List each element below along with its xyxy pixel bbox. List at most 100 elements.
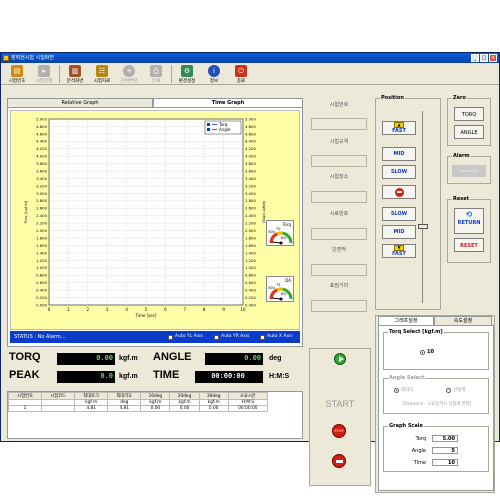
torq-gauge-title: Torq (282, 222, 291, 227)
maximize-button[interactable]: □ (480, 54, 488, 62)
speed-slider-track[interactable] (422, 111, 428, 303)
y-left-tick-label: 4.200 (36, 146, 47, 151)
y-right-tick-label: 3.400 (245, 176, 256, 181)
y-left-tick-label: 0.800 (36, 273, 47, 278)
torq-select-option[interactable]: 10 (420, 349, 434, 355)
toolbar-button-0[interactable]: ▤ 시험번호 (5, 63, 29, 85)
slow-down-button[interactable]: SLOW (382, 207, 416, 221)
test-place-field[interactable] (311, 191, 367, 203)
toolbar-button-1[interactable]: ▸ 시험진행 (32, 63, 56, 85)
y-left-tick-label: 4.400 (36, 139, 47, 144)
section-label: 단면적 (332, 247, 346, 253)
time-scale-input[interactable]: 10 (432, 459, 458, 466)
play-button[interactable] (334, 353, 346, 365)
table-row[interactable]: 1 4.81 4.81 0.00 0.00 0.00 00:00:00 (7, 405, 269, 412)
emergency-stop-button[interactable] (332, 454, 346, 468)
settings-body: Torq Select [kgf.m] 10 Angle Select 데이터 … (378, 325, 494, 491)
start-button[interactable]: START (310, 399, 370, 409)
y-left-tick-label: 4.600 (36, 131, 47, 136)
peak-label: PEAK (9, 369, 40, 381)
legend-checkbox (207, 128, 210, 131)
toolbar-button-7[interactable]: i 정보 (202, 63, 226, 85)
graph-scale-title: Graph Scale (388, 423, 424, 429)
angle-label: ANGLE (153, 351, 192, 363)
zero-angle-button[interactable]: ANGLE (454, 125, 484, 139)
table-cell: 1 (7, 405, 43, 412)
angle-gauge-title: DA (285, 278, 291, 283)
position-stop-button[interactable] (382, 185, 416, 199)
y-right-tick-label: 2.600 (245, 206, 256, 211)
table-cell: 4.81 (107, 405, 142, 412)
angle-option-data[interactable]: 데이터 (394, 387, 413, 393)
torq-value: 0.00 (57, 353, 115, 365)
section-field[interactable] (311, 264, 367, 276)
toolbar-button-8[interactable]: ⏻ 종료 (229, 63, 253, 85)
slow-up-button[interactable]: SLOW (382, 165, 416, 179)
angle-scale-row: Angle 5 (384, 447, 490, 455)
table-header: 10deg (140, 392, 171, 400)
return-icon: ⟲ (465, 210, 473, 219)
angle-scale-input[interactable]: 5 (432, 447, 458, 454)
play-doc-icon: ▸ (38, 65, 50, 77)
toolbar-button-4[interactable]: + 단위변환 (117, 63, 141, 85)
y-right-tick-label: 3.200 (245, 183, 256, 188)
fast-up-button[interactable]: ▲ FAST (382, 121, 416, 135)
settings-icon: ⚙ (181, 65, 193, 77)
sample-no-field[interactable] (311, 228, 367, 240)
toolbar-separator (59, 65, 60, 83)
auto-yr-checkbox[interactable]: Auto YR Axis (214, 334, 250, 340)
close-button[interactable]: × (489, 54, 497, 62)
y-right-tick-label: 1.200 (245, 258, 256, 263)
legend-label: Angle (219, 127, 231, 132)
auto-x-checkbox[interactable]: Auto X Axis (260, 334, 293, 340)
fast-down-button[interactable]: ▼ FAST (382, 244, 416, 258)
printer-icon: ⎙ (150, 65, 162, 77)
y-right-tick-label: 0.600 (245, 280, 256, 285)
torq-scale-row: Torq 5.00 (384, 435, 490, 443)
auto-yl-checkbox[interactable]: Auto YL Axis (168, 334, 203, 340)
speed-slider-thumb[interactable] (418, 224, 428, 229)
x-tick-label: 1 (67, 307, 70, 312)
y-left-tick-label: 0.600 (36, 280, 47, 285)
minimize-button[interactable]: _ (471, 54, 479, 62)
table-header: 최대토크 (74, 392, 109, 400)
x-tick-label: 7 (184, 307, 187, 312)
tab-relative-graph[interactable]: Relative Graph (7, 98, 153, 107)
window-title: 장력현시험 시험화면 (11, 55, 54, 61)
zero-torq-button[interactable]: TORQ (454, 107, 484, 121)
torq-scale-input[interactable]: 5.00 (432, 435, 458, 442)
test-no-field[interactable] (311, 118, 367, 130)
reset-group: Reset ⟲ RETURN RESET (447, 196, 491, 263)
y-left-tick-label: 5.000 (36, 116, 47, 121)
mid-down-button[interactable]: MID (382, 225, 416, 239)
y-left-tick-label: 1.800 (36, 235, 47, 240)
toolbar-button-3[interactable]: ☷ 시험자료 (90, 63, 114, 85)
alarm-group: Alarm Alarm text (447, 153, 491, 184)
distance-field[interactable] (311, 300, 367, 312)
torq-label: TORQ (9, 351, 41, 363)
toolbar-button-5[interactable]: ⎙ 인쇄 (144, 63, 168, 85)
y-left-tick-label: 3.200 (36, 183, 47, 188)
angle-option-linear[interactable]: 선형계 (446, 387, 465, 393)
gauge-tick: 500 (268, 286, 275, 290)
bar-chart-icon: ▥ (69, 65, 81, 77)
y-left-tick-label: 3.800 (36, 161, 47, 166)
tab-speed-settings[interactable]: 속도설정 (434, 316, 492, 325)
toolbar-button-2[interactable]: ▥ 분석화면 (63, 63, 87, 85)
toolbar-button-label: 단위변환 (120, 79, 138, 84)
stop-button[interactable]: STOP (332, 424, 346, 438)
y-left-tick-label: 3.600 (36, 168, 47, 173)
mid-up-button[interactable]: MID (382, 147, 416, 161)
y-left-tick-label: 2.400 (36, 213, 47, 218)
angle-gauge: DA 500 75 6% (266, 276, 294, 302)
y-right-tick-label: 3.600 (245, 168, 256, 173)
reset-button[interactable]: RESET (454, 238, 484, 252)
return-button[interactable]: ⟲ RETURN (454, 208, 484, 234)
table-cell: 0.00 (140, 405, 171, 412)
toolbar-button-6[interactable]: ⚙ 환경설정 (175, 63, 199, 85)
radio-icon (446, 387, 451, 393)
test-spec-field[interactable] (311, 155, 367, 167)
gauge-tick: 75 (276, 283, 281, 287)
tab-time-graph[interactable]: Time Graph (153, 98, 303, 107)
tab-graph-settings[interactable]: 그래프설정 (378, 316, 434, 325)
